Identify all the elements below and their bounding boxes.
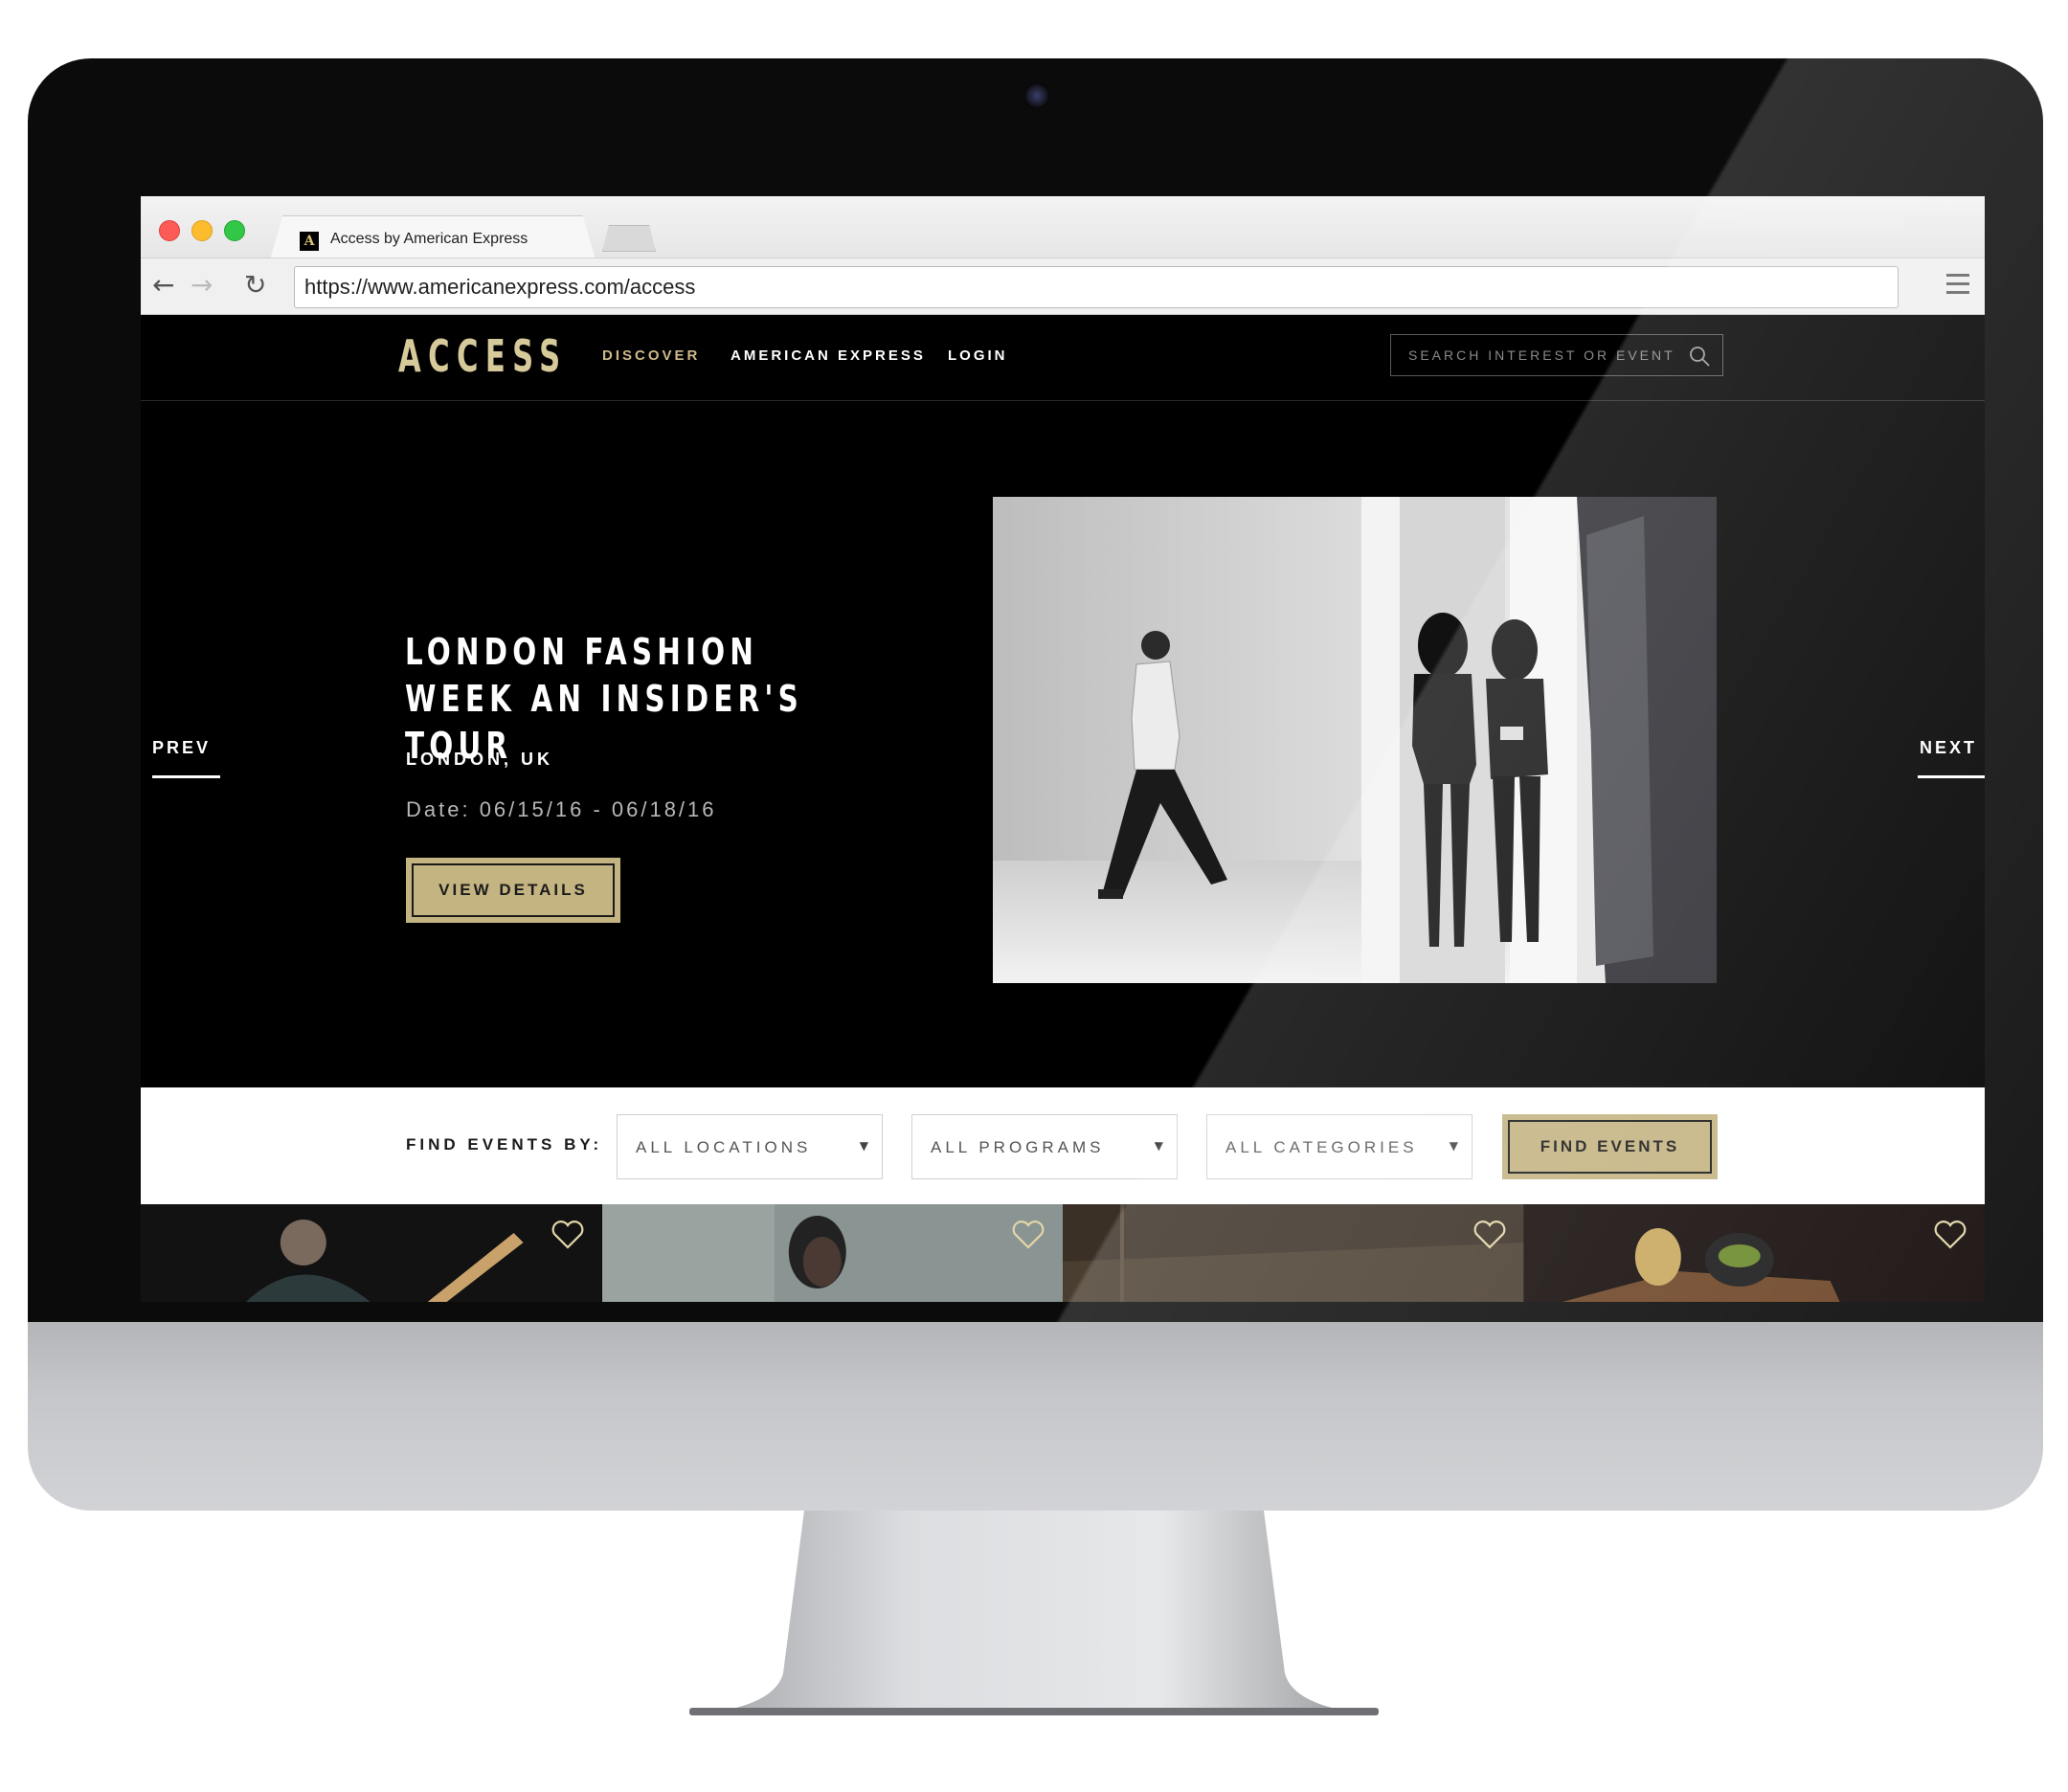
- nav-discover[interactable]: DISCOVER: [602, 347, 700, 364]
- event-title: LONDON FASHION WEEK AN INSIDER'S TOUR: [405, 631, 803, 767]
- nav-american-express[interactable]: AMERICAN EXPRESS: [731, 347, 926, 364]
- categories-dropdown[interactable]: ALL CATEGORIES ▼: [1206, 1114, 1472, 1179]
- event-date: Date: 06/15/16 - 06/18/16: [406, 797, 717, 821]
- event-card[interactable]: [141, 1204, 602, 1302]
- new-tab-button[interactable]: [602, 225, 656, 252]
- monitor-chin: [28, 1322, 2043, 1511]
- view-details-button[interactable]: VIEW DETAILS: [406, 858, 620, 923]
- categories-selected: ALL CATEGORIES: [1225, 1138, 1418, 1156]
- forward-arrow-icon[interactable]: →: [191, 270, 213, 301]
- locations-dropdown[interactable]: ALL LOCATIONS ▼: [617, 1114, 883, 1179]
- toolbar: ← → ↻ https://www.americanexpress.com/ac…: [141, 258, 1985, 315]
- close-window-button[interactable]: [159, 220, 180, 241]
- next-button[interactable]: NEXT: [1918, 738, 1985, 778]
- tab-title: Access by American Express: [330, 231, 528, 247]
- card-image: [601, 1204, 1063, 1302]
- search-icon[interactable]: [1688, 345, 1711, 368]
- tab-bar: A Access by American Express: [141, 196, 1985, 259]
- access-logo[interactable]: ACCESS: [398, 330, 568, 382]
- programs-selected: ALL PROGRAMS: [931, 1138, 1105, 1156]
- find-events-label: FIND EVENTS: [1508, 1120, 1712, 1174]
- monitor-stand: [689, 1511, 1379, 1723]
- page-content: ACCESS DISCOVER AMERICAN EXPRESS LOGIN P…: [141, 315, 1985, 1302]
- prev-button[interactable]: PREV: [152, 738, 221, 778]
- heart-icon[interactable]: [1472, 1220, 1507, 1250]
- filter-bar: FIND EVENTS BY: ALL LOCATIONS ▼ ALL PROG…: [141, 1087, 1985, 1204]
- hero-image: [993, 497, 1717, 983]
- favicon-icon: A: [300, 232, 319, 251]
- heart-icon[interactable]: [1933, 1220, 1967, 1250]
- event-cards: [141, 1204, 1985, 1302]
- search-input[interactable]: [1391, 335, 1678, 375]
- imac-frame: A Access by American Express ← → ↻ https…: [28, 58, 2043, 1511]
- browser-tab[interactable]: A Access by American Express: [270, 215, 596, 259]
- monitor-bezel: A Access by American Express ← → ↻ https…: [28, 58, 2043, 1322]
- chevron-down-icon: ▼: [859, 1139, 868, 1153]
- browser-window: A Access by American Express ← → ↻ https…: [141, 196, 1985, 1302]
- address-bar[interactable]: https://www.americanexpress.com/access: [294, 266, 1899, 308]
- heart-icon[interactable]: [551, 1220, 585, 1250]
- back-arrow-icon[interactable]: ←: [152, 270, 174, 301]
- chevron-down-icon: ▼: [1449, 1139, 1458, 1153]
- locations-selected: ALL LOCATIONS: [636, 1138, 812, 1156]
- heart-icon[interactable]: [1011, 1220, 1045, 1250]
- event-location: LONDON, UK: [406, 750, 553, 769]
- card-image: [141, 1204, 602, 1302]
- site-header: ACCESS DISCOVER AMERICAN EXPRESS LOGIN: [141, 315, 1985, 401]
- hero-carousel: PREV NEXT LONDON FASHION WEEK AN INSIDER…: [141, 401, 1985, 1087]
- find-events-by-label: FIND EVENTS BY:: [406, 1135, 603, 1154]
- event-card[interactable]: [601, 1204, 1063, 1302]
- search-box: [1390, 334, 1723, 376]
- programs-dropdown[interactable]: ALL PROGRAMS ▼: [911, 1114, 1178, 1179]
- reload-icon[interactable]: ↻: [244, 270, 266, 301]
- card-image: [1523, 1204, 1985, 1302]
- nav-login[interactable]: LOGIN: [948, 347, 1008, 364]
- card-image: [1063, 1204, 1524, 1302]
- find-events-button[interactable]: FIND EVENTS: [1502, 1114, 1718, 1179]
- minimize-window-button[interactable]: [191, 220, 213, 241]
- view-details-label: VIEW DETAILS: [412, 863, 615, 917]
- camera-icon: [1023, 82, 1050, 109]
- maximize-window-button[interactable]: [224, 220, 245, 241]
- event-card[interactable]: [1063, 1204, 1524, 1302]
- chevron-down-icon: ▼: [1154, 1139, 1163, 1153]
- event-card[interactable]: [1523, 1204, 1985, 1302]
- hamburger-menu-icon[interactable]: [1946, 274, 1969, 295]
